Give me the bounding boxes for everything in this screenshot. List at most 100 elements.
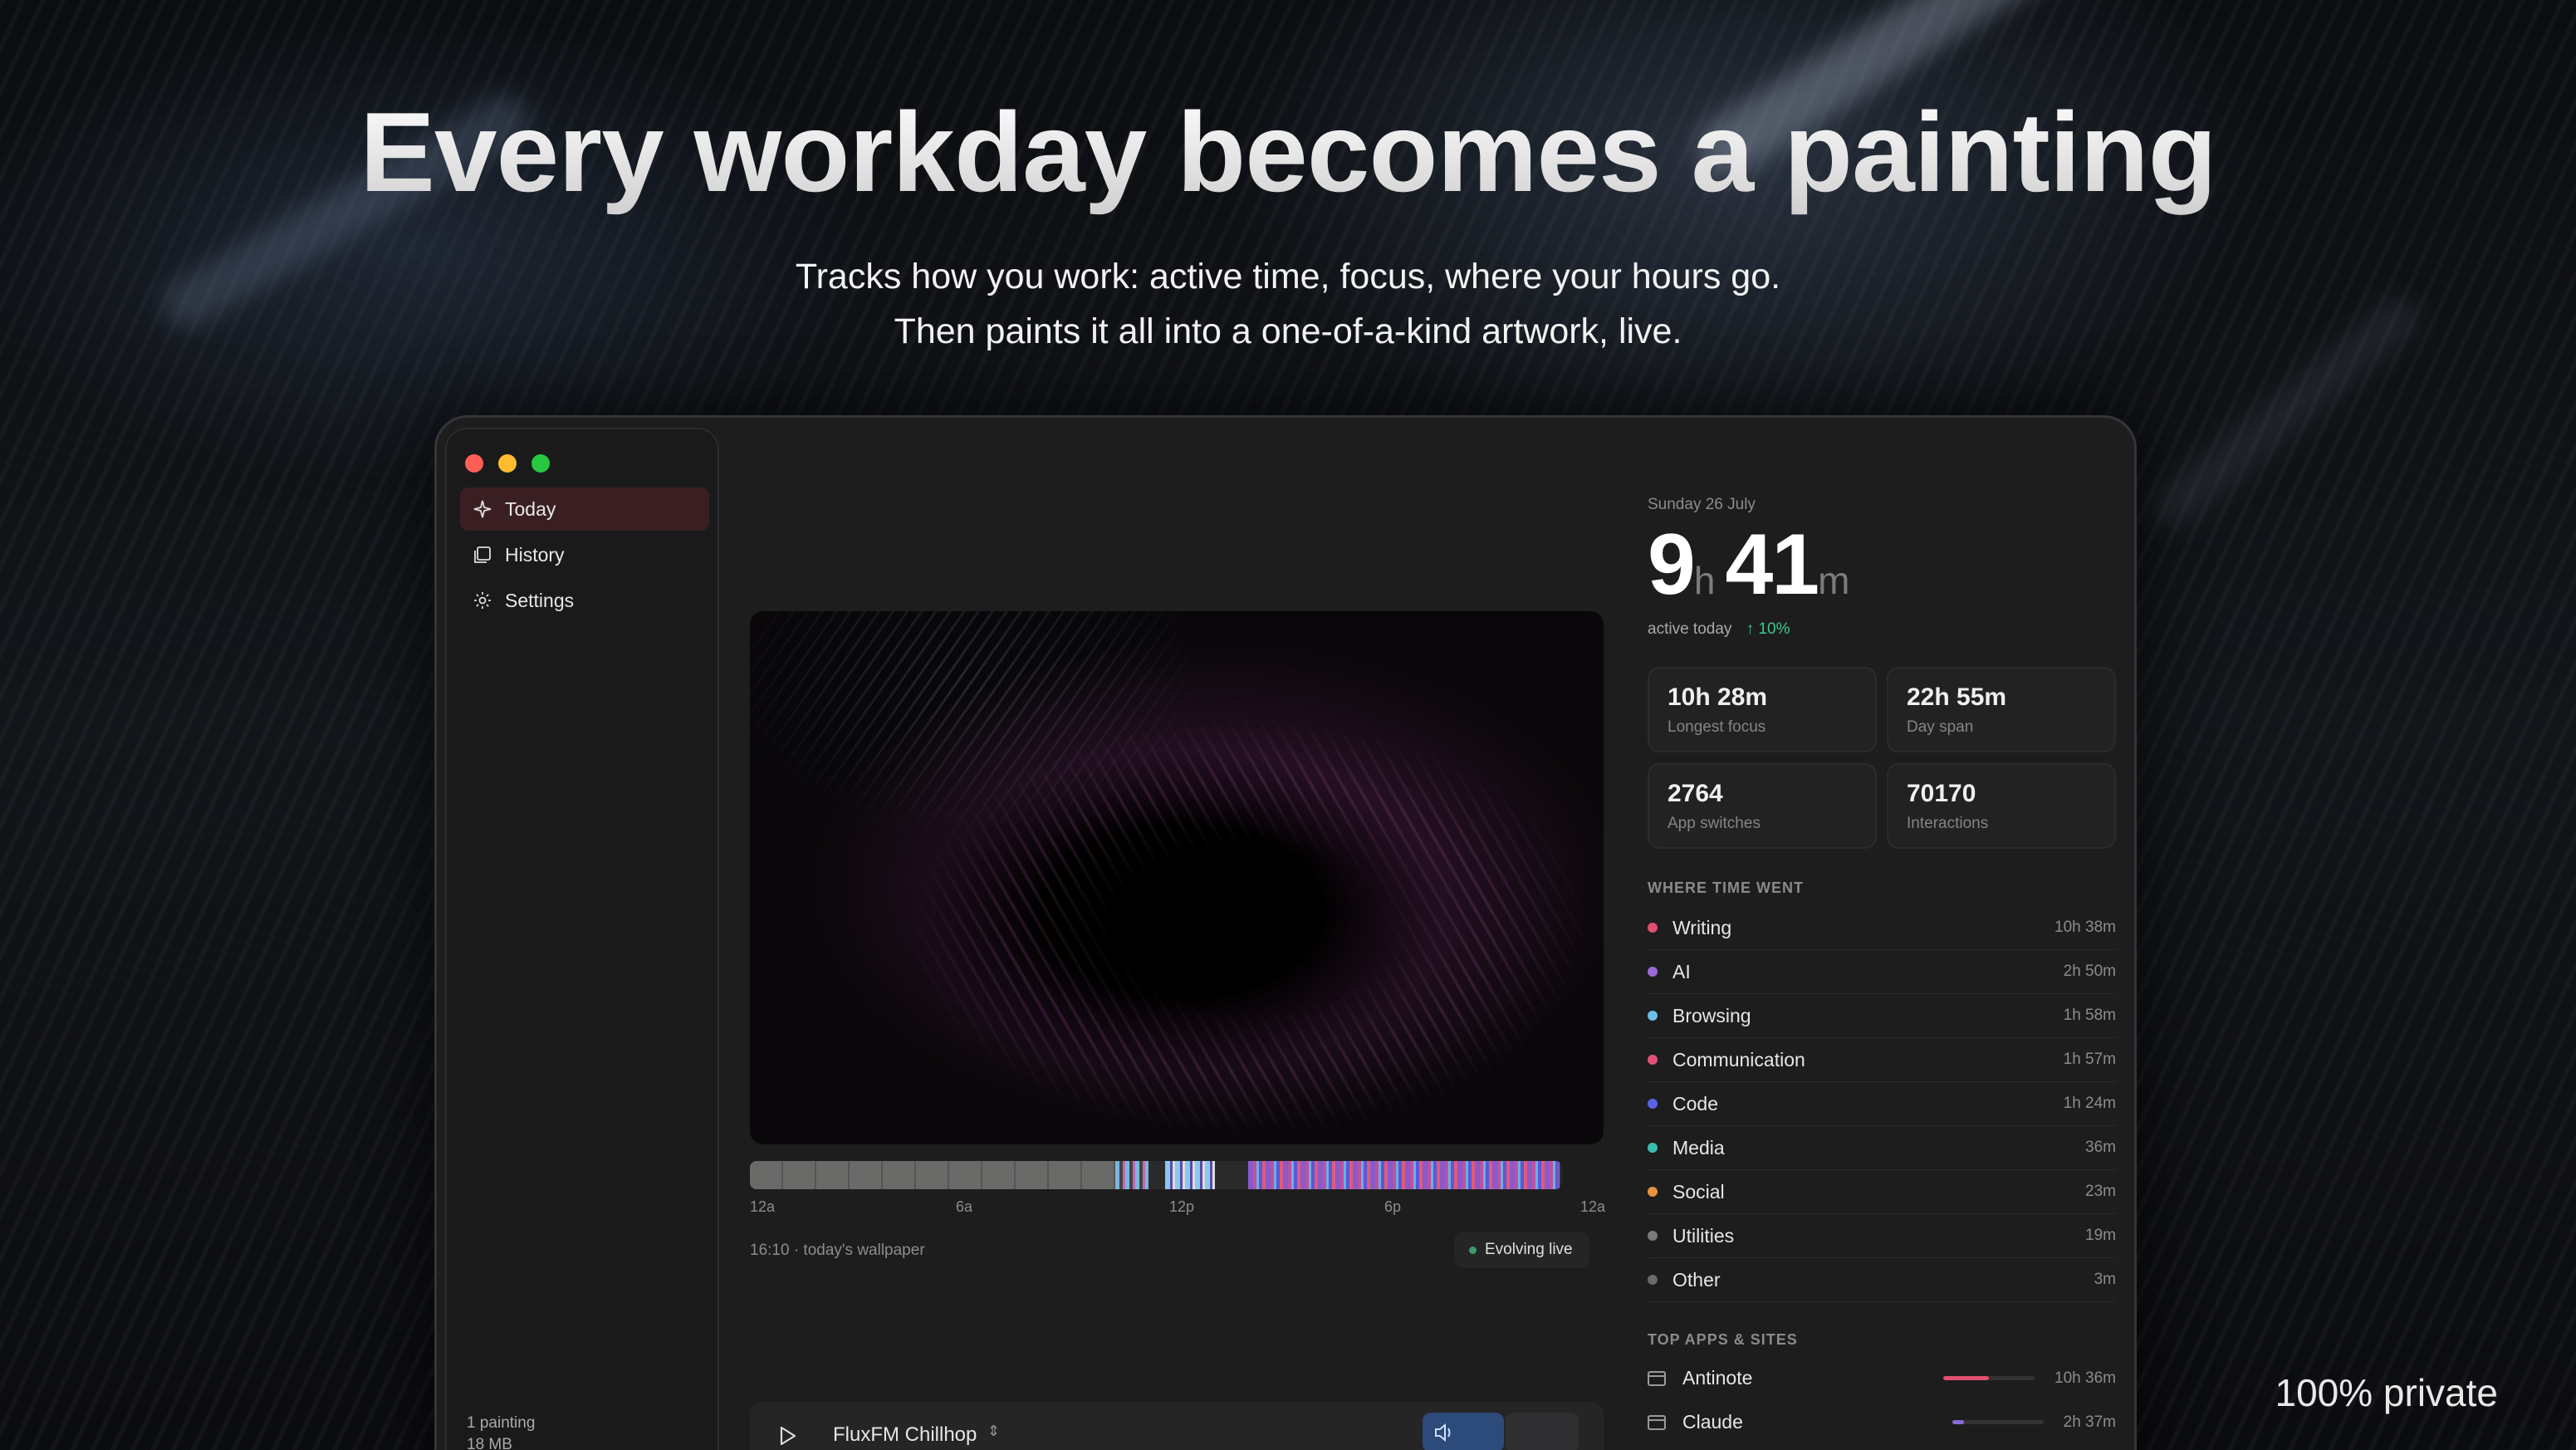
minutes-unit: m <box>1818 559 1850 602</box>
category-name: Code <box>1672 1092 1718 1114</box>
storage-size: 18 MB <box>467 1436 512 1450</box>
play-icon[interactable] <box>775 1423 800 1448</box>
stat-value: 70170 <box>1907 780 1976 807</box>
stat-value: 10h 28m <box>1668 683 1768 711</box>
category-row[interactable]: Social 23m <box>1648 1170 2116 1214</box>
trend-indicator: ↑ 10% <box>1746 620 1790 638</box>
zoom-window-button[interactable] <box>531 454 550 473</box>
sidebar-item-label: Today <box>505 497 556 520</box>
category-color-dot <box>1648 1143 1658 1153</box>
category-row[interactable]: Code 1h 24m <box>1648 1082 2116 1126</box>
hero-subtitle-line: Tracks how you work: active time, focus,… <box>795 257 1781 296</box>
stat-value: 2764 <box>1668 780 1723 807</box>
app-usage-fill <box>1943 1376 1990 1380</box>
sidebar-item-today[interactable]: Today <box>460 487 709 531</box>
evolving-live-badge[interactable]: Evolving live <box>1454 1232 1589 1268</box>
radio-player: FluxFM Chillhop ⇕ <box>750 1402 1604 1450</box>
painting-canvas[interactable] <box>750 611 1604 1144</box>
timeline-label: 12a <box>1580 1198 1606 1215</box>
category-time: 1h 57m <box>2063 1051 2116 1068</box>
stats-panel: Sunday 26 July 9 h 41 m active today ↑ 1… <box>1648 418 2121 1450</box>
category-row[interactable]: Other 3m <box>1648 1258 2116 1302</box>
app-usage-bar <box>1952 1420 2044 1424</box>
wallpaper-caption: 16:10 · today's wallpaper <box>750 1242 925 1259</box>
timeline-activity-segment <box>1115 1161 1148 1189</box>
app-name: Claude <box>1682 1411 1743 1433</box>
painting-count: 1 painting <box>467 1414 536 1432</box>
stat-label: Day span <box>1907 718 1974 736</box>
category-color-dot <box>1648 1055 1658 1065</box>
minimize-window-button[interactable] <box>498 454 517 473</box>
timeline-label: 12p <box>1169 1198 1195 1215</box>
category-name: Writing <box>1672 916 1732 938</box>
close-window-button[interactable] <box>465 454 483 473</box>
stat-card: 2764 App switches <box>1648 763 1877 849</box>
category-row[interactable]: Communication 1h 57m <box>1648 1038 2116 1082</box>
app-name: Antinote <box>1682 1367 1753 1389</box>
sparkle-icon <box>472 498 493 520</box>
timeline-labels: 12a 6a 12p 6p 12a <box>750 1198 1606 1218</box>
category-name: Other <box>1672 1268 1721 1291</box>
timeline-activity-segment <box>1165 1161 1215 1189</box>
timeline-idle-segment <box>750 1161 1115 1189</box>
volume-button[interactable] <box>1423 1413 1504 1450</box>
timeline-label: 6p <box>1384 1198 1402 1215</box>
stat-card: 10h 28m Longest focus <box>1648 667 1877 752</box>
gallery-icon <box>472 544 493 566</box>
current-date: Sunday 26 July <box>1648 496 1756 513</box>
evolving-label: Evolving live <box>1485 1241 1573 1258</box>
active-hours: 9 <box>1648 517 1696 613</box>
stat-card: 70170 Interactions <box>1887 763 2116 849</box>
category-name: Media <box>1672 1136 1725 1159</box>
category-time: 36m <box>2085 1139 2116 1156</box>
category-row[interactable]: Utilities 19m <box>1648 1214 2116 1258</box>
sidebar-item-label: History <box>505 543 565 566</box>
category-row[interactable]: Media 36m <box>1648 1126 2116 1170</box>
category-color-dot <box>1648 967 1658 977</box>
hero-title: Every workday becomes a painting <box>0 87 2576 217</box>
category-name: Browsing <box>1672 1004 1751 1026</box>
volume-slider-track[interactable] <box>1506 1413 1579 1450</box>
gear-icon <box>472 590 493 611</box>
top-apps-heading: TOP APPS & SITES <box>1648 1331 1798 1348</box>
app-usage-bar <box>1943 1376 2035 1380</box>
stat-label: Longest focus <box>1668 718 1766 736</box>
category-row[interactable]: AI 2h 50m <box>1648 950 2116 994</box>
category-row[interactable]: Writing 10h 38m <box>1648 906 2116 950</box>
hero-subtitle: Tracks how you work: active time, focus,… <box>0 249 2576 359</box>
app-row[interactable]: Antinote 10h 36m <box>1648 1356 2116 1400</box>
hero-subtitle-line: Then paints it all into a one-of-a-kind … <box>894 311 1682 351</box>
category-color-dot <box>1648 1231 1658 1241</box>
stat-card: 22h 55m Day span <box>1887 667 2116 752</box>
category-row[interactable]: Browsing 1h 58m <box>1648 994 2116 1038</box>
category-color-dot <box>1648 1187 1658 1197</box>
category-time: 10h 38m <box>2054 918 2116 936</box>
active-today-label: active today <box>1648 620 1732 638</box>
station-name[interactable]: FluxFM Chillhop <box>833 1423 977 1447</box>
app-row[interactable]: Claude 2h 37m <box>1648 1400 2116 1444</box>
active-time-display: 9 h 41 m <box>1648 516 1859 615</box>
sidebar-item-settings[interactable]: Settings <box>460 579 709 622</box>
category-color-dot <box>1648 1275 1658 1285</box>
category-time: 23m <box>2085 1183 2116 1200</box>
active-today-line: active today ↑ 10% <box>1648 620 1790 639</box>
privacy-badge: 100% private <box>2275 1371 2499 1414</box>
chevron-updown-icon[interactable]: ⇕ <box>987 1423 1000 1440</box>
activity-timeline[interactable] <box>750 1161 1562 1189</box>
sidebar: Today History Settings 1 painting 18 MB <box>445 428 719 1450</box>
timeline-gap <box>1148 1161 1165 1189</box>
timeline-label: 12a <box>750 1198 776 1215</box>
painting-layer <box>750 611 1604 1144</box>
category-time: 3m <box>2094 1271 2116 1288</box>
sidebar-item-history[interactable]: History <box>460 533 709 576</box>
app-time: 10h 36m <box>2054 1369 2116 1387</box>
timeline-label: 6a <box>956 1198 973 1215</box>
stat-value: 22h 55m <box>1907 683 2007 711</box>
category-name: AI <box>1672 960 1691 982</box>
category-color-dot <box>1648 1099 1658 1109</box>
hours-unit: h <box>1693 559 1716 602</box>
app-window-icon <box>1648 1370 1666 1386</box>
category-color-dot <box>1648 1011 1658 1021</box>
stat-label: App switches <box>1668 815 1761 832</box>
category-name: Utilities <box>1672 1224 1735 1247</box>
